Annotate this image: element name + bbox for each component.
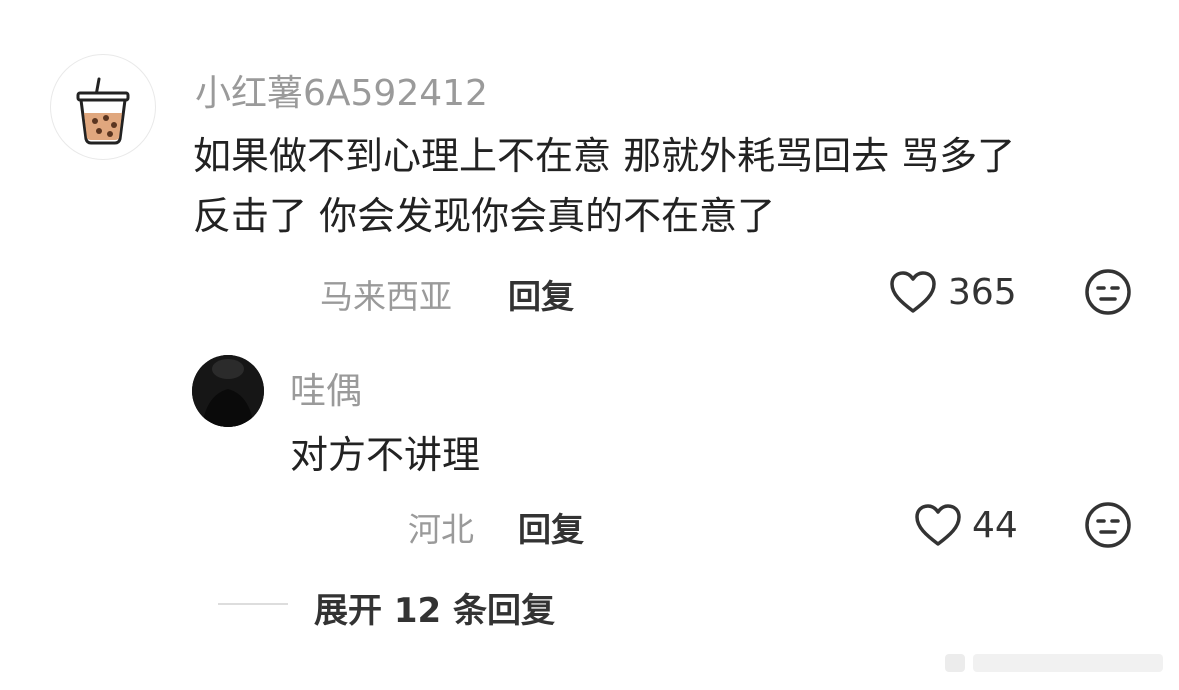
avatar-photo: [192, 355, 264, 427]
reaction-button[interactable]: [1084, 268, 1132, 320]
bubble-tea-icon: [76, 77, 130, 145]
watermark-logo: [945, 654, 1163, 672]
reply-text: 对方不讲理: [290, 433, 481, 477]
reply-button[interactable]: 回复: [508, 270, 574, 318]
like-count: 44: [972, 505, 1018, 546]
comment-text: 如果做不到心理上不在意 那就外耗骂回去 骂多了 反击了 你会发现你会真的不在意了: [193, 126, 1153, 246]
expand-divider: [218, 603, 288, 605]
commenter-username[interactable]: 小红薯6A592412: [195, 64, 488, 116]
commenter-avatar[interactable]: [50, 54, 156, 160]
expand-replies-button[interactable]: 展开 12 条回复: [314, 583, 555, 632]
comment-text-line: 如果做不到心理上不在意 那就外耗骂回去 骂多了: [193, 134, 1016, 178]
replier-username[interactable]: 哇偶: [290, 362, 362, 414]
heart-outline-icon: [915, 504, 961, 546]
reply-location: 河北: [408, 510, 474, 549]
replier-avatar[interactable]: [192, 355, 264, 427]
neutral-face-icon: [1085, 269, 1131, 315]
reply-button[interactable]: 回复: [518, 503, 584, 551]
comment-text-line: 反击了 你会发现你会真的不在意了: [193, 194, 776, 238]
reaction-button[interactable]: [1084, 501, 1132, 553]
like-count: 365: [948, 272, 1017, 313]
like-button[interactable]: [889, 270, 937, 318]
heart-outline-icon: [890, 271, 936, 313]
like-button[interactable]: [914, 503, 962, 551]
comment-location: 马来西亚: [320, 277, 452, 316]
neutral-face-icon: [1085, 502, 1131, 548]
